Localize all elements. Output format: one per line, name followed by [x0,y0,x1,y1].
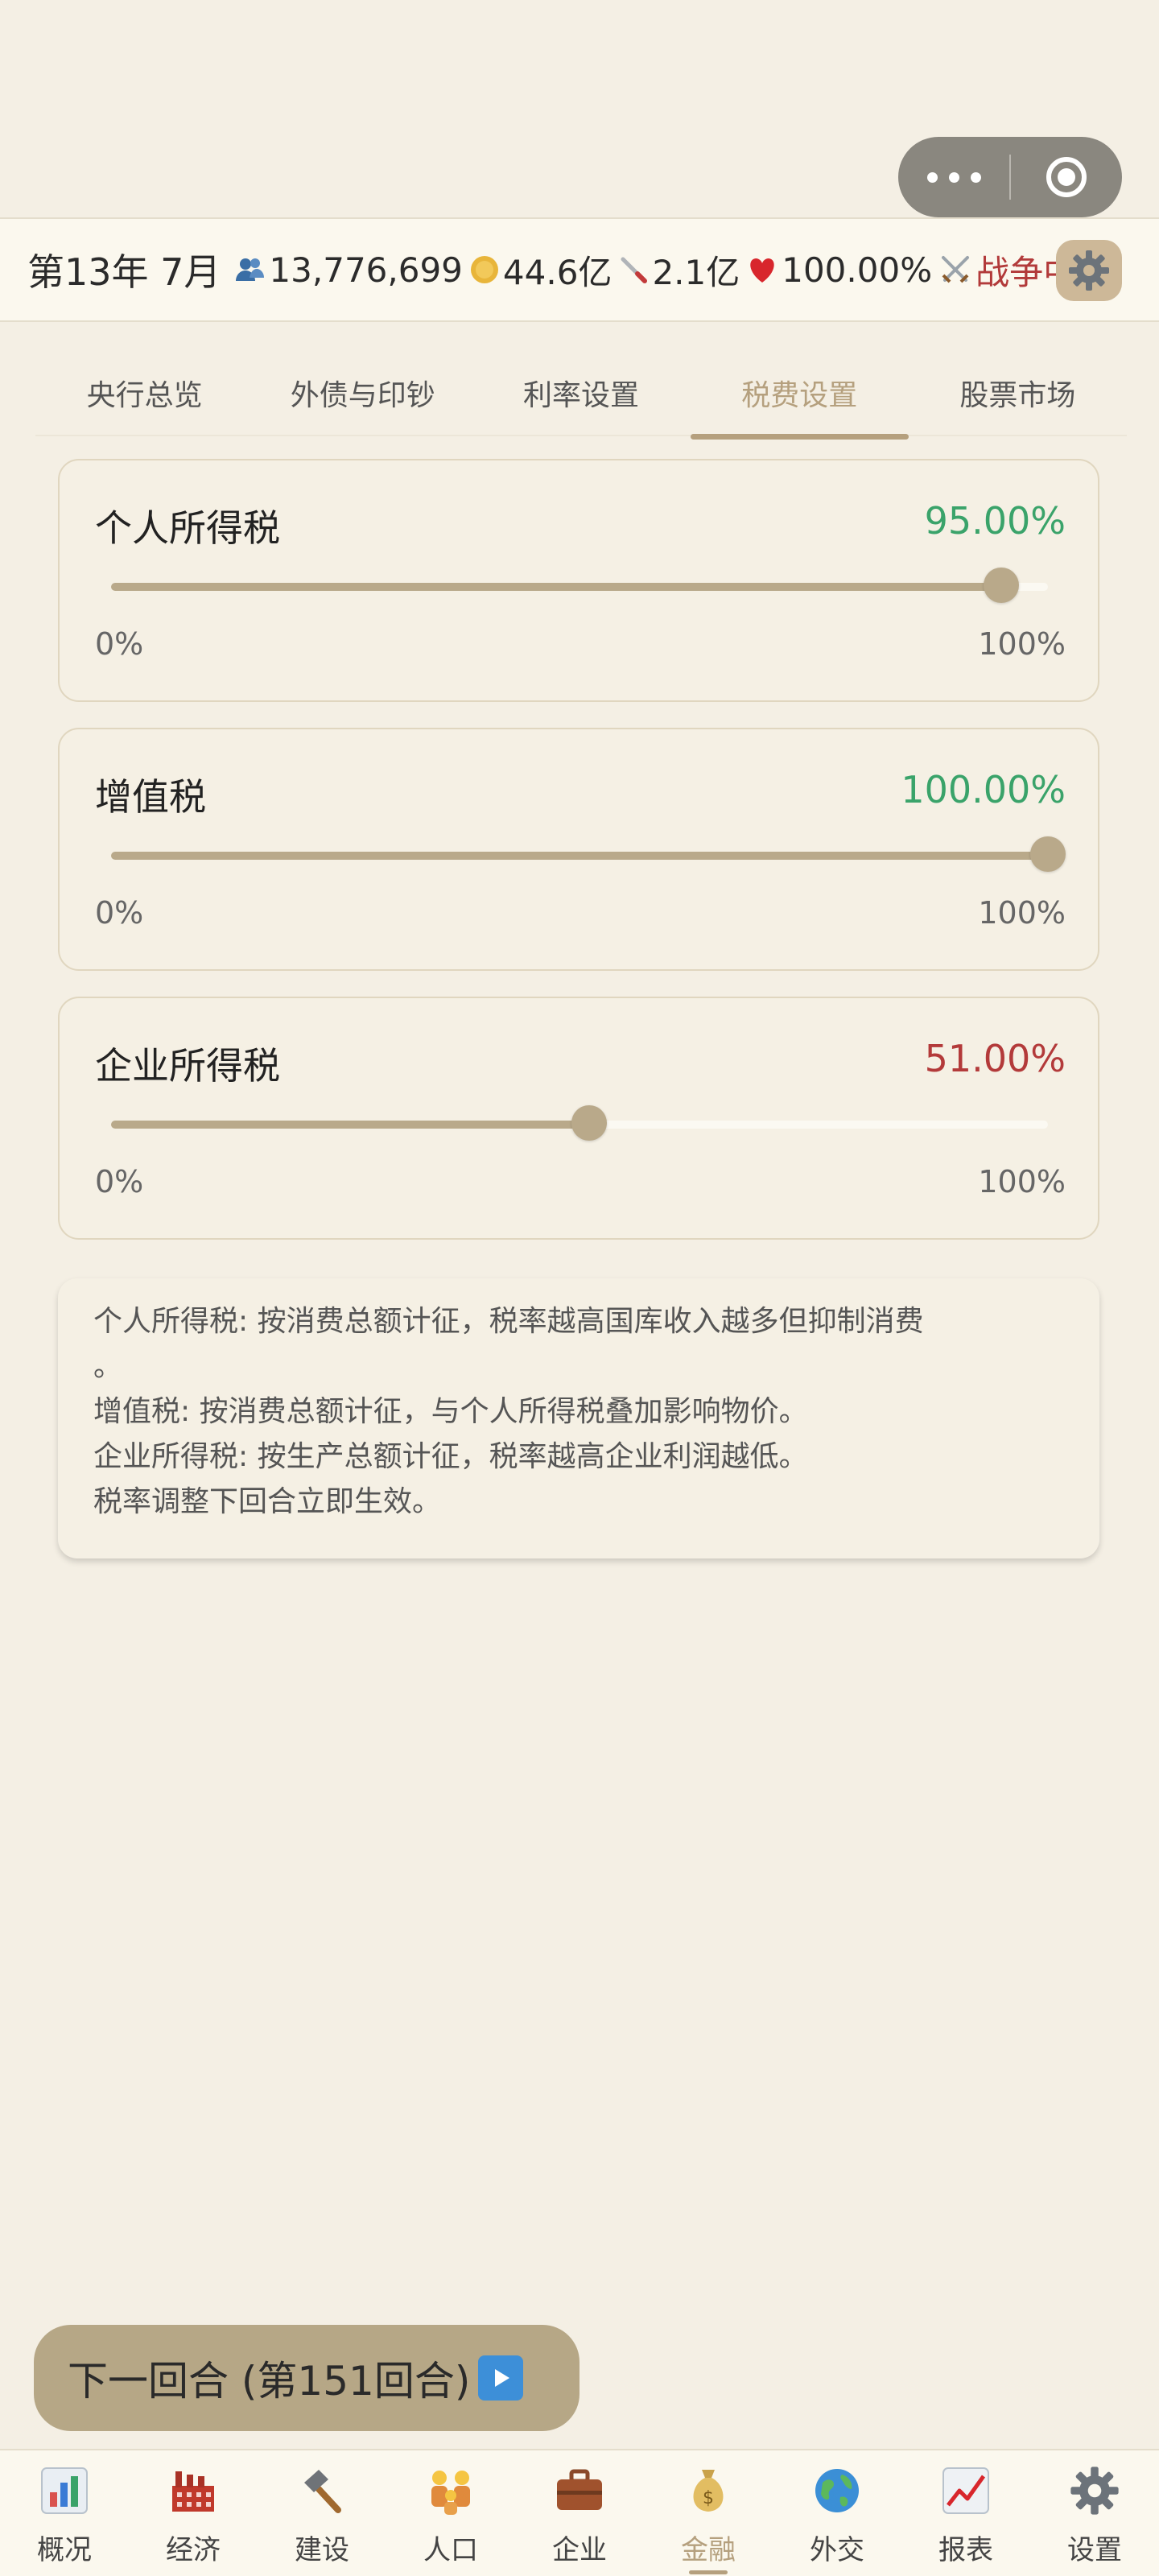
tax-name: 增值税 [95,775,206,819]
nav-finance[interactable]: $ 金融 [644,2450,773,2576]
population-stat: 13,776,699 [233,250,463,290]
status-settings-button[interactable] [1056,240,1122,301]
nav-enterprise[interactable]: 企业 [515,2450,644,2576]
chart-icon [35,2462,93,2520]
tax-name: 个人所得税 [95,506,280,550]
globe-icon [808,2462,866,2520]
people-icon [233,254,266,286]
tab-interest-rate[interactable]: 利率设置 [472,354,690,435]
bottom-nav: 概况 经济 建设 人口 企业 $ 金融 外交 报表 设置 [0,2449,1159,2576]
dagger-icon [618,254,649,285]
tax-slider-thumb[interactable] [571,1105,607,1141]
nav-label: 经济 [166,2534,221,2566]
svg-text:$: $ [703,2488,714,2508]
approval-stat: 100.00% [746,250,932,290]
tax-name: 企业所得税 [95,1044,280,1088]
nav-diplomacy[interactable]: 外交 [773,2450,901,2576]
next-round-label: 下一回合 (第151回合) [68,2358,471,2405]
close-program-button[interactable] [1011,157,1122,197]
factory-icon [164,2462,222,2520]
tax-slider-thumb[interactable] [1030,836,1066,872]
nav-label: 人口 [423,2534,478,2566]
tab-central-bank[interactable]: 央行总览 [35,354,254,435]
tax-rate-value: 100.00% [901,768,1066,811]
more-options-button[interactable] [898,137,1009,217]
briefcase-icon [551,2462,608,2520]
nav-label: 设置 [1067,2534,1122,2566]
info-line: 增值税: 按消费总额计征，与个人所得税叠加影响物价。 [93,1395,808,1428]
game-date: 第13年 7月 [27,250,221,294]
military-value: 2.1亿 [652,252,740,292]
population-value: 13,776,699 [269,250,463,290]
approval-value: 100.00% [782,250,933,290]
tax-card-vat: 增值税 100.00% 0% 100% [58,728,1099,971]
tax-card-corporate: 企业所得税 51.00% 0% 100% [58,997,1099,1240]
nav-label: 概况 [37,2534,92,2566]
nav-label: 外交 [810,2534,864,2566]
tax-rate-value: 95.00% [924,499,1066,543]
tax-card-personal: 个人所得税 95.00% 0% 100% [58,459,1099,702]
info-line: 企业所得税: 按生产总额计征，税率越高企业利润越低。 [93,1440,808,1473]
treasury-value: 44.6亿 [502,252,612,292]
treasury-stat: 44.6亿 [469,246,612,295]
tax-rate-value: 51.00% [924,1037,1066,1080]
tab-foreign-debt[interactable]: 外债与印钞 [254,354,472,435]
military-stat: 2.1亿 [618,246,740,295]
heart-icon [746,254,778,285]
report-icon [937,2462,995,2520]
nav-label: 企业 [552,2534,607,2566]
dot-icon [948,171,959,183]
tax-slider-fill [111,583,1001,591]
tax-slider-thumb[interactable] [983,568,1019,603]
money-bag-icon: $ [679,2462,737,2520]
family-icon [422,2462,480,2520]
dot-icon [926,171,938,183]
slider-min-label: 0% [95,1164,144,1199]
tax-slider-track[interactable] [111,836,1066,872]
tab-stock-market[interactable]: 股票市场 [909,354,1127,435]
info-line: 。 [93,1350,123,1383]
nav-label: 金融 [681,2528,736,2574]
tax-slider-fill [111,852,1048,860]
info-line: 个人所得税: 按消费总额计征，税率越高国库收入越多但抑制消费 [93,1305,924,1338]
slider-max-label: 100% [978,1164,1066,1199]
play-icon [478,2355,524,2401]
nav-label: 报表 [938,2534,993,2566]
next-round-button[interactable]: 下一回合 (第151回合) [34,2325,580,2431]
tax-slider-track[interactable] [111,568,1048,603]
nav-label: 建设 [295,2534,349,2566]
slider-max-label: 100% [978,626,1066,662]
tax-slider-fill [111,1121,589,1129]
nav-population[interactable]: 人口 [386,2450,515,2576]
nav-report[interactable]: 报表 [901,2450,1030,2576]
nav-settings[interactable]: 设置 [1030,2450,1159,2576]
hammer-icon [293,2462,351,2520]
target-icon [1046,157,1087,197]
slider-max-label: 100% [978,895,1066,931]
gear-icon [1066,2462,1124,2520]
nav-construction[interactable]: 建设 [258,2450,386,2576]
slider-min-label: 0% [95,895,144,931]
tab-tax-settings[interactable]: 税费设置 [690,354,909,440]
nav-overview[interactable]: 概况 [0,2450,129,2576]
coin-icon [469,254,500,285]
dot-icon [970,171,981,183]
nav-economy[interactable]: 经济 [129,2450,258,2576]
game-status-bar: 第13年 7月 13,776,699 44.6亿 2.1亿 100.00% 战争… [0,217,1159,322]
slider-min-label: 0% [95,626,144,662]
mini-program-capsule [898,137,1122,217]
gear-icon [1069,250,1109,291]
crossed-swords-icon [938,253,972,287]
finance-tabs: 央行总览 外债与印钞 利率设置 税费设置 股票市场 [35,354,1127,440]
tax-info-box: 个人所得税: 按消费总额计征，税率越高国库收入越多但抑制消费 。 增值税: 按消… [58,1278,1099,1558]
info-line: 税率调整下回合立即生效。 [93,1485,442,1518]
tax-slider-track[interactable] [111,1105,1048,1141]
